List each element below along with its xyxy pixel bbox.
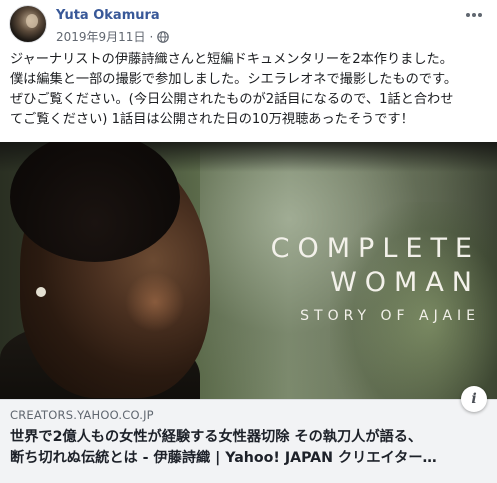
post-date[interactable]: 2019年9月11日 [56, 28, 145, 45]
film-title-line1: COMPLETE [270, 233, 480, 264]
film-subtitle: STORY OF AJAIE [300, 308, 480, 324]
link-title-line: 断ち切れぬ伝統とは - 伊藤詩織 | Yahoo! JAPAN クリエイター… [10, 450, 437, 466]
subject-cheek-highlight [125, 272, 185, 332]
facebook-post: Yuta Okamura 2019年9月11日 · ジャーナリストの伊藤詩織さん… [0, 0, 497, 483]
author-name[interactable]: Yuta Okamura [56, 8, 160, 23]
post-body: ジャーナリストの伊藤詩織さんと短編ドキュメンタリーを2本作りました。 僕は編集と… [10, 50, 490, 130]
post-body-line: ジャーナリストの伊藤詩織さんと短編ドキュメンタリーを2本作りました。 [10, 52, 453, 67]
link-domain: CREATORS.YAHOO.CO.JP [10, 408, 154, 422]
post-body-line: 僕は編集と一部の撮影で参加しました。シエラレオネで撮影したものです。 [10, 72, 458, 87]
info-icon[interactable]: i [461, 386, 487, 412]
link-preview-image[interactable]: COMPLETE WOMAN STORY OF AJAIE [0, 142, 497, 399]
post-body-line: ぜひご覧ください。(今日公開されたものが2話目になるので、1話と合わせ [10, 92, 454, 107]
post-meta: 2019年9月11日 · [56, 28, 170, 45]
film-title: COMPLETE WOMAN STORY OF AJAIE [218, 232, 480, 328]
film-title-line2: WOMAN [330, 267, 480, 298]
post-header: Yuta Okamura 2019年9月11日 · [0, 0, 497, 46]
more-options-icon[interactable] [463, 8, 485, 22]
link-title[interactable]: 世界で2億人もの女性が経験する女性器切除 その執刀人が語る、 断ち切れぬ伝統とは… [10, 427, 490, 469]
post-body-line: てご覧ください) 1話目は公開された日の10万視聴あったそうです！ [10, 112, 414, 127]
meta-separator: · [149, 29, 154, 44]
author-avatar[interactable] [9, 5, 47, 43]
globe-icon[interactable] [157, 30, 170, 43]
subject-earring [36, 287, 46, 297]
link-preview-caption[interactable]: i CREATORS.YAHOO.CO.JP 世界で2億人もの女性が経験する女性… [0, 386, 497, 483]
link-title-line: 世界で2億人もの女性が経験する女性器切除 その執刀人が語る、 [10, 429, 423, 445]
